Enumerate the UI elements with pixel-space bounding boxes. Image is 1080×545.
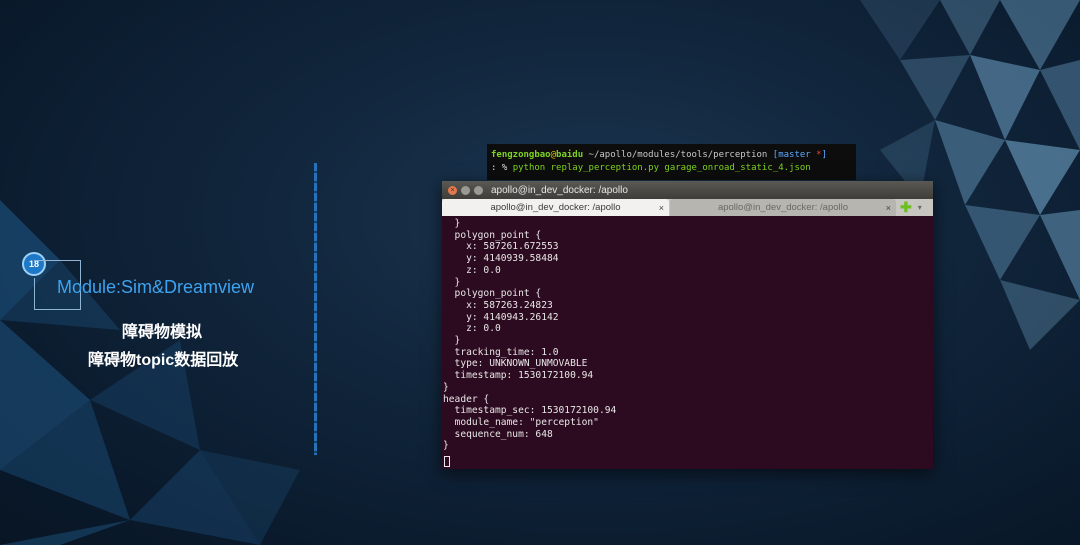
terminal-window: × apollo@in_dev_docker: /apollo apollo@i…	[442, 181, 933, 469]
prompt-symbol: : %	[491, 163, 513, 173]
tab-label: apollo@in_dev_docker: /apollo	[490, 202, 621, 213]
command-line: : % python replay_perception.py garage_o…	[491, 162, 852, 175]
maximize-icon[interactable]	[474, 185, 483, 195]
window-title: apollo@in_dev_docker: /apollo	[491, 184, 628, 196]
terminal-line: z: 0.0	[443, 323, 501, 335]
prompt-host: baidu	[556, 150, 584, 160]
subtitle-line-2: 障碍物topic数据回放	[88, 352, 239, 369]
tab-terminal-1[interactable]: apollo@in_dev_docker: /apollo ×	[442, 199, 669, 216]
terminal-cursor	[444, 456, 450, 467]
tab-label: apollo@in_dev_docker: /apollo	[717, 202, 849, 213]
terminal-line: x: 587261.672553	[443, 241, 559, 253]
terminal-line: polygon_point {	[443, 288, 542, 300]
minimize-icon[interactable]	[461, 185, 470, 195]
close-icon[interactable]: ×	[448, 185, 457, 195]
prompt-branch: master	[778, 150, 811, 160]
tab-close-icon[interactable]: ×	[886, 203, 891, 213]
subtitle-line-1: 障碍物模拟	[122, 324, 203, 341]
shell-prompt-panel: fengzongbao@baidu ~/apollo/modules/tools…	[487, 144, 856, 180]
terminal-line: x: 587263.24823	[443, 299, 553, 311]
terminal-line: z: 0.0	[443, 264, 501, 276]
slide-number-badge: 18	[22, 252, 46, 276]
terminal-titlebar: × apollo@in_dev_docker: /apollo	[442, 181, 933, 199]
prompt-branch-close: ]	[821, 150, 827, 160]
tab-terminal-2[interactable]: apollo@in_dev_docker: /apollo ×	[670, 199, 896, 216]
tab-bar: apollo@in_dev_docker: /apollo × apollo@i…	[442, 199, 933, 216]
prompt-line: fengzongbao@baidu ~/apollo/modules/tools…	[491, 149, 852, 162]
terminal-line: }	[443, 276, 461, 288]
shell-command: python replay_perception.py garage_onroa…	[512, 163, 811, 173]
terminal-output[interactable]: } polygon_point { x: 587261.672553 y: 41…	[442, 216, 933, 452]
terminal-line: y: 4140939.58484	[443, 253, 559, 265]
prompt-user: fengzongbao	[491, 150, 551, 160]
tab-close-icon[interactable]: ×	[659, 203, 664, 213]
prompt-path: ~/apollo/modules/tools/perception	[583, 150, 773, 160]
terminal-line: sequence_num: 648	[443, 428, 553, 440]
frame-left-line	[34, 278, 35, 310]
terminal-line: type: UNKNOWN_UNMOVABLE	[443, 358, 588, 370]
terminal-line: module_name: "perception"	[443, 416, 599, 428]
terminal-line: }	[443, 218, 461, 229]
terminal-line: }	[443, 381, 449, 393]
terminal-line: y: 4140943.26142	[443, 311, 559, 323]
terminal-line: }	[443, 440, 449, 452]
terminal-line: header {	[443, 393, 490, 405]
new-tab-icon[interactable]: ✚	[900, 199, 912, 216]
terminal-line: timestamp: 1530172100.94	[443, 370, 594, 382]
module-title: Module:Sim&Dreamview	[57, 277, 255, 297]
terminal-line: }	[443, 335, 461, 347]
divider-line	[314, 163, 317, 455]
frame-top-line	[34, 260, 81, 261]
prompt-branch-modified: *	[810, 150, 822, 160]
chevron-down-icon[interactable]: ▾	[918, 199, 922, 216]
terminal-line: tracking_time: 1.0	[443, 346, 559, 358]
frame-bottom-line	[34, 309, 81, 310]
terminal-line: timestamp_sec: 1530172100.94	[443, 405, 617, 417]
terminal-line: polygon_point {	[443, 229, 542, 241]
